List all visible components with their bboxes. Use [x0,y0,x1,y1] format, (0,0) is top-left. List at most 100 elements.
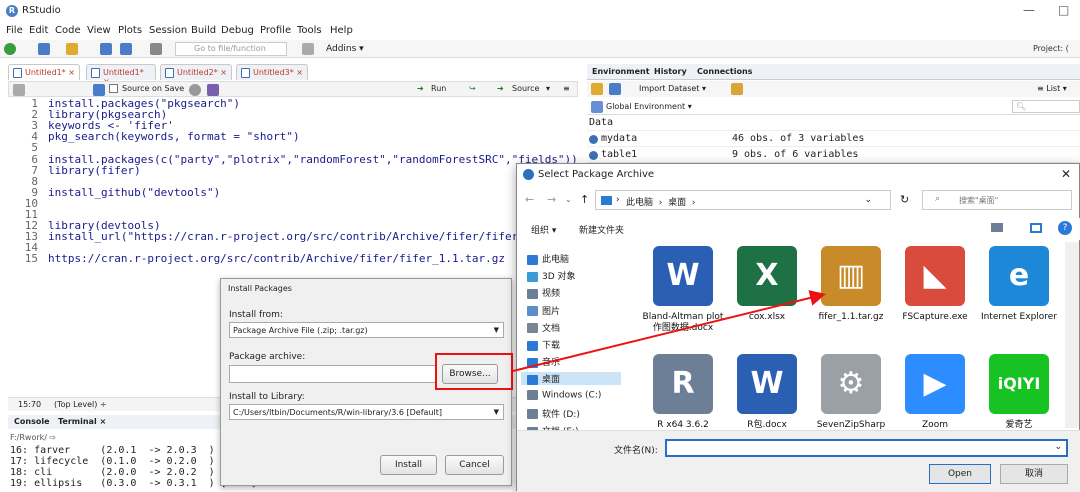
menu-plots[interactable]: Plots [118,25,142,36]
file-name[interactable]: Bland-Altman plot 作图数据.docx [642,312,724,334]
file-name[interactable]: R包.docx [726,420,808,430]
outline-icon[interactable]: ≡ [563,84,570,93]
file-icon[interactable]: W [737,354,797,414]
organize-menu[interactable]: 组织 ▾ [531,223,556,236]
refresh-icon[interactable]: ↻ [900,193,909,206]
file-icon[interactable]: W [653,246,713,306]
up-arrow-icon[interactable]: ↑ [580,193,589,206]
view-options-icon[interactable] [991,223,1003,232]
file-icon[interactable]: ▥ [821,246,881,306]
load-workspace-icon[interactable] [591,83,603,95]
file-name[interactable]: Zoom [894,420,976,430]
close-icon[interactable]: ✕ [1061,167,1071,181]
rerun-icon[interactable]: ↪ [469,84,476,93]
tab-untitled1-b[interactable]: Untitled1* × [86,64,156,86]
file-icon[interactable]: iQIYI [989,354,1049,414]
expand-icon[interactable] [589,135,598,144]
scope-selector[interactable]: (Top Level) ÷ [54,400,107,409]
minimize-button[interactable]: — [1023,3,1035,17]
env-row[interactable]: table1 9 obs. of 6 variables [587,147,1080,163]
menu-session[interactable]: Session [149,25,187,36]
file-name[interactable]: fifer_1.1.tar.gz [810,312,892,323]
menu-edit[interactable]: Edit [29,25,48,36]
package-archive-input[interactable] [229,365,437,383]
sidebar-item[interactable]: 图片 [527,304,560,317]
open-file-icon[interactable] [66,43,78,55]
new-project-icon[interactable] [38,43,50,55]
file-icon[interactable]: ⚙ [821,354,881,414]
forward-arrow-icon[interactable]: → [547,193,556,206]
grid-icon[interactable] [302,43,314,55]
menu-tools[interactable]: Tools [297,25,322,36]
import-dataset-button[interactable]: Import Dataset ▾ [639,84,706,93]
menu-code[interactable]: Code [55,25,81,36]
save-icon[interactable] [93,84,105,96]
back-arrow-icon[interactable]: ← [525,193,534,206]
menu-debug[interactable]: Debug [221,25,254,36]
cancel-button[interactable]: 取消 [1000,464,1068,484]
help-icon[interactable]: ? [1058,221,1072,235]
library-select[interactable]: C:/Users/ltbin/Documents/R/win-library/3… [229,404,504,420]
source-on-save-checkbox[interactable] [109,84,118,93]
new-file-icon[interactable] [4,43,16,55]
print-icon[interactable] [150,43,162,55]
sidebar-item[interactable]: 3D 对象 [527,269,576,282]
sidebar-item[interactable]: 音乐 [527,355,560,368]
tab-terminal[interactable]: Terminal × [58,417,106,426]
menu-view[interactable]: View [87,25,111,36]
sidebar-item[interactable]: 文档 [527,321,560,334]
save-all-icon[interactable] [120,43,132,55]
tab-connections[interactable]: Connections [697,67,752,76]
source-button[interactable]: Source [512,84,539,93]
new-folder-button[interactable]: 新建文件夹 [579,223,624,236]
go-to-file-input[interactable]: Go to file/function [175,42,287,56]
file-icon[interactable]: X [737,246,797,306]
sidebar-item[interactable]: 软件 (D:) [527,407,580,420]
filename-input[interactable]: ⌄ [665,439,1068,457]
env-row[interactable]: mydata 46 obs. of 3 variables [587,131,1080,147]
tab-untitled2[interactable]: Untitled2* × [160,64,232,80]
install-button[interactable]: Install [380,455,437,475]
tab-console[interactable]: Console [14,417,50,426]
file-icon[interactable]: ◣ [905,246,965,306]
address-bar[interactable]: › 此电脑 › 桌面 › ⌄ [595,190,891,210]
desktop-search-input[interactable]: ⌕ 搜索"桌面" [922,190,1072,210]
preview-pane-icon[interactable] [1030,223,1042,233]
file-name[interactable]: cox.xlsx [726,312,808,323]
environment-search-input[interactable]: 🔍︎ [1012,100,1080,113]
tab-history[interactable]: History [654,67,687,76]
menu-file[interactable]: File [6,25,23,36]
sidebar-item[interactable]: Windows (C:) [527,389,601,400]
project-menu[interactable]: Project: ( [1033,44,1069,53]
maximize-button[interactable]: □ [1058,3,1069,17]
tab-untitled3[interactable]: Untitled3* × [236,64,308,80]
run-button[interactable]: Run [431,84,446,93]
breadcrumb-this-pc[interactable]: 此电脑 [626,198,653,208]
file-icon[interactable]: ▶ [905,354,965,414]
file-name[interactable]: 爱奇艺 [978,420,1060,430]
breadcrumb-desktop[interactable]: 桌面 [668,198,686,208]
save-workspace-icon[interactable] [609,83,621,95]
save-icon[interactable] [100,43,112,55]
addins-button[interactable]: Addins ▾ [326,44,364,54]
sidebar-item[interactable]: 下载 [527,338,560,351]
cancel-button[interactable]: Cancel [445,455,504,475]
back-icon[interactable] [13,84,25,96]
global-environment-dropdown[interactable]: Global Environment ▾ [606,102,692,111]
sidebar-item[interactable]: 桌面 [521,372,621,386]
menu-build[interactable]: Build [191,25,216,36]
source-dropdown-icon[interactable]: ▾ [546,84,550,93]
tab-untitled1-a[interactable]: Untitled1* × [8,64,80,80]
sidebar-item[interactable]: 视频 [527,286,560,299]
file-icon[interactable]: R [653,354,713,414]
chevron-down-icon[interactable]: ⌄ [864,195,872,205]
recent-chevron-icon[interactable]: ⌄ [565,195,572,204]
menu-help[interactable]: Help [330,25,353,36]
tab-environment[interactable]: Environment [592,67,650,76]
file-name[interactable]: Internet Explorer [978,312,1060,323]
file-name[interactable]: FSCapture.exe [894,312,976,323]
file-icon[interactable]: e [989,246,1049,306]
wand-icon[interactable] [207,84,219,96]
sidebar-item[interactable]: 此电脑 [527,252,569,265]
file-name[interactable]: SevenZipSharp [810,420,892,430]
